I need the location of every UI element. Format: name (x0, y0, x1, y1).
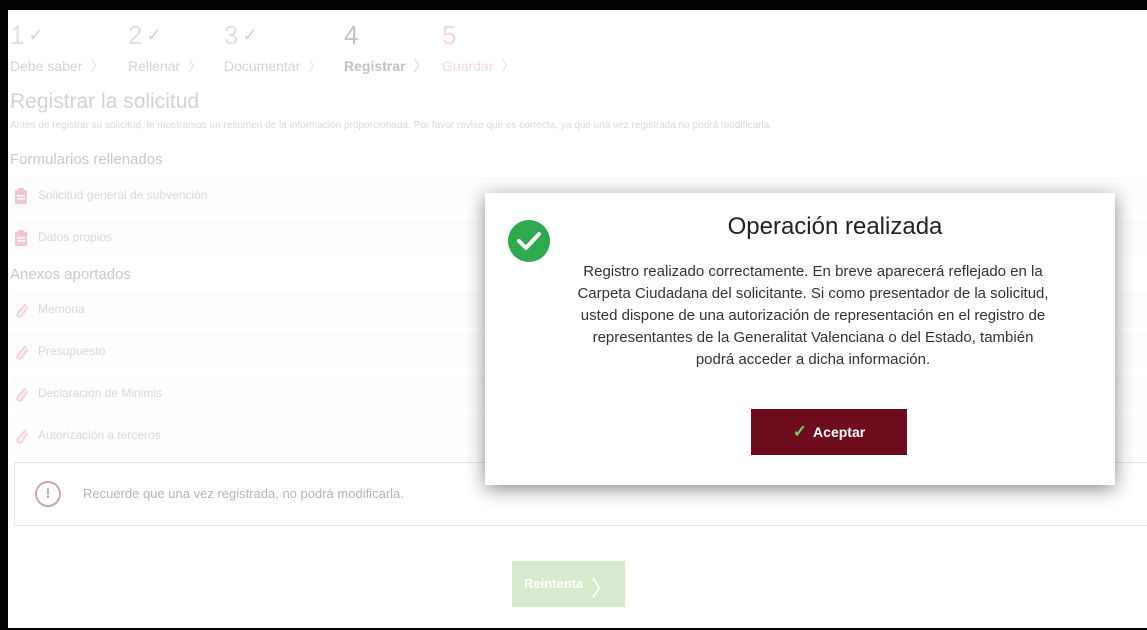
retry-button[interactable]: Reintenta 〉 (512, 561, 625, 607)
check-icon: ✓ (28, 25, 44, 45)
paperclip-icon (16, 387, 28, 402)
alert-text: Recuerde que una vez registrada, no podr… (83, 486, 404, 501)
step-number: 4 (344, 20, 359, 50)
step-1[interactable]: 1 ✓ Debe saber 〉 (10, 20, 104, 74)
annexes-heading: Anexos aportados (10, 266, 131, 283)
success-check-icon (508, 220, 550, 262)
paperclip-icon (16, 345, 28, 360)
list-item-label: Memoria (38, 302, 85, 316)
step-number: 2 (128, 20, 143, 50)
check-icon: ✓ (242, 25, 258, 45)
paperclip-icon (16, 303, 28, 318)
list-item-label: Solicitud general de subvención (38, 188, 208, 202)
chevron-right-icon: 〉 (90, 58, 105, 74)
list-item-label: Autorización a terceros (38, 428, 161, 442)
exclamation-icon: ! (35, 481, 61, 507)
page-intro: Antes de registrar su solicitud, le most… (10, 120, 773, 131)
step-label: Registrar (344, 58, 406, 74)
step-2[interactable]: 2 ✓ Rellenar 〉 (128, 20, 202, 74)
clipboard-icon (15, 230, 27, 246)
forms-heading: Formularios rellenados (10, 151, 163, 168)
chevron-right-icon: 〉 (188, 58, 203, 74)
accept-label: Aceptar (813, 424, 866, 440)
step-label: Rellenar (128, 58, 181, 74)
dialog-message: Registro realizado correctamente. En bre… (577, 263, 1049, 368)
accept-button[interactable]: ✓ Aceptar (751, 409, 907, 455)
step-label: Guardar (442, 58, 494, 74)
clipboard-icon (15, 188, 27, 204)
paperclip-icon (16, 429, 28, 444)
chevron-right-icon: 〉 (590, 576, 613, 601)
step-4[interactable]: 4 Registrar 〉 (344, 20, 427, 74)
success-dialog: Operación realizada Registro realizado c… (485, 193, 1115, 485)
chevron-right-icon: 〉 (501, 58, 516, 74)
check-icon: ✓ (146, 25, 162, 45)
step-number: 3 (224, 20, 239, 50)
list-item-label: Presupuesto (38, 344, 106, 358)
page-title: Registrar la solicitud (10, 90, 200, 113)
step-5[interactable]: 5 Guardar 〉 (442, 20, 515, 74)
dialog-title: Operación realizada (727, 213, 943, 240)
list-item-label: Declaración de Minimis (38, 386, 163, 400)
step-3[interactable]: 3 ✓ Documentar 〉 (224, 20, 322, 74)
retry-label: Reintenta (524, 576, 584, 591)
step-number: 1 (10, 20, 25, 50)
chevron-right-icon: 〉 (308, 58, 323, 74)
step-label: Documentar (224, 58, 301, 74)
list-item-label: Datos propios (38, 230, 113, 244)
check-icon: ✓ (792, 422, 808, 441)
chevron-right-icon: 〉 (413, 58, 428, 74)
step-number: 5 (442, 20, 457, 50)
step-label: Debe saber (10, 58, 83, 74)
